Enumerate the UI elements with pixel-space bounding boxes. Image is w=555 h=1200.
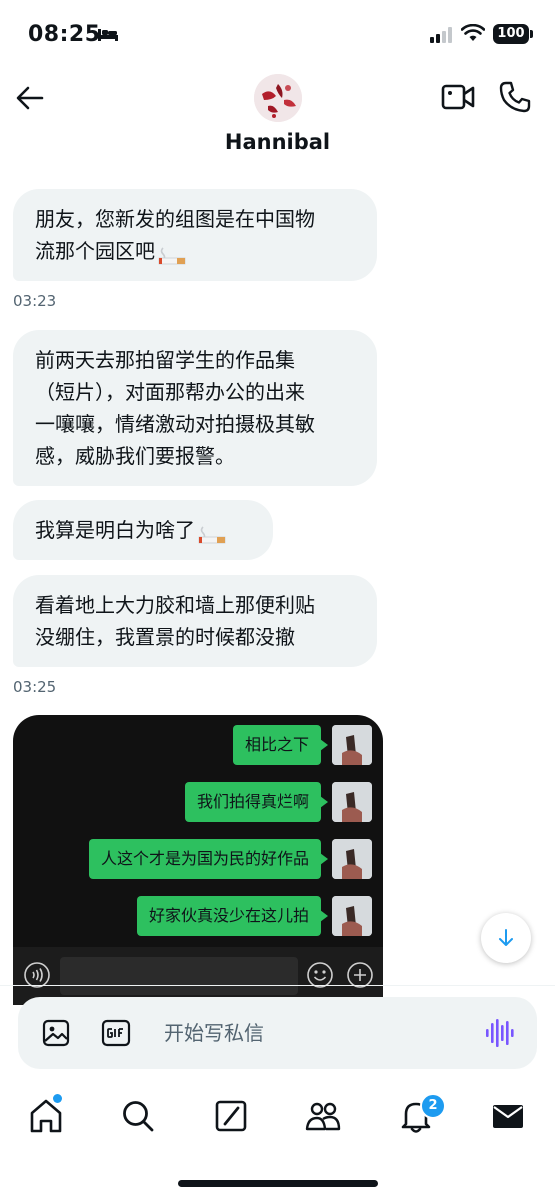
cellular-signal-icon [430, 27, 452, 43]
embedded-chat-row: 人这个才是为国为民的好作品 [13, 839, 383, 883]
search-icon[interactable] [118, 1096, 158, 1136]
cigarette-emoji-icon [157, 243, 187, 264]
notification-count-badge: 2 [420, 1093, 446, 1119]
message-composer: 开始写私信 [18, 997, 537, 1069]
home-unread-dot [53, 1094, 62, 1103]
composer-divider [0, 985, 555, 986]
contact-avatar[interactable] [254, 74, 302, 122]
embedded-chat-avatar [332, 839, 372, 879]
home-indicator [178, 1180, 378, 1187]
image-attachment[interactable]: 相比之下 我们拍得真烂啊 人这个才是为国为民的好作品 好家伙真没少在这儿拍 [13, 715, 383, 1005]
embedded-text-field [60, 957, 298, 995]
avatar-image [254, 74, 302, 122]
embedded-chat-avatar [332, 782, 372, 822]
message-text: 前两天去那拍留学生的作品集 （短片），对面那帮办公的出来 一嚷嚷，情绪激动对拍摄… [35, 348, 315, 468]
message-bubble[interactable]: 看着地上大力胶和墙上那便利贴 没绷住，我置景的时候都没撤 [13, 575, 377, 667]
battery-cap [530, 30, 533, 38]
cigarette-emoji-icon [197, 522, 227, 543]
phone-call-icon[interactable] [498, 80, 532, 114]
battery-indicator: 100 [493, 24, 529, 44]
status-bar: 08:25 100 [0, 0, 555, 62]
status-time: 08:25 [28, 22, 101, 47]
message-input[interactable]: 开始写私信 [164, 1016, 454, 1050]
embedded-chat-bubble: 相比之下 [232, 725, 329, 765]
gif-icon[interactable] [101, 1019, 131, 1047]
embedded-chat-row: 好家伙真没少在这儿拍 [13, 896, 383, 940]
scroll-to-bottom-button[interactable] [481, 913, 531, 963]
embedded-chat-bubble: 我们拍得真烂啊 [184, 782, 329, 822]
message-timestamp: 03:25 [13, 678, 57, 696]
voice-message-icon[interactable] [484, 1017, 514, 1049]
message-bubble[interactable]: 我算是明白为啥了 [13, 500, 273, 560]
embedded-chat-row: 相比之下 [13, 725, 383, 769]
image-icon[interactable] [42, 1019, 70, 1047]
grok-icon[interactable] [211, 1096, 251, 1136]
messages-icon[interactable] [488, 1096, 528, 1136]
arrow-down-icon [499, 929, 513, 946]
video-call-icon[interactable] [441, 82, 475, 112]
back-arrow-icon[interactable] [14, 82, 46, 114]
message-text: 我算是明白为啥了 [35, 518, 195, 542]
embedded-chat-row: 我们拍得真烂啊 [13, 782, 383, 826]
message-timestamp: 03:23 [13, 292, 57, 310]
embedded-chat-avatar [332, 896, 372, 936]
embedded-chat-bubble: 好家伙真没少在这儿拍 [136, 896, 329, 936]
wifi-icon [461, 24, 485, 41]
message-text: 看着地上大力胶和墙上那便利贴 没绷住，我置景的时候都没撤 [35, 593, 315, 649]
communities-icon[interactable] [303, 1096, 343, 1136]
embedded-chat-bubble: 人这个才是为国为民的好作品 [88, 839, 329, 879]
battery-level: 100 [497, 26, 525, 41]
sleep-focus-icon [98, 29, 118, 41]
message-bubble[interactable]: 前两天去那拍留学生的作品集 （短片），对面那帮办公的出来 一嚷嚷，情绪激动对拍摄… [13, 330, 377, 486]
embedded-chat-avatar [332, 725, 372, 765]
contact-name[interactable]: Hannibal [0, 130, 555, 154]
message-bubble[interactable]: 朋友，您新发的组图是在中国物 流那个园区吧 [13, 189, 377, 281]
